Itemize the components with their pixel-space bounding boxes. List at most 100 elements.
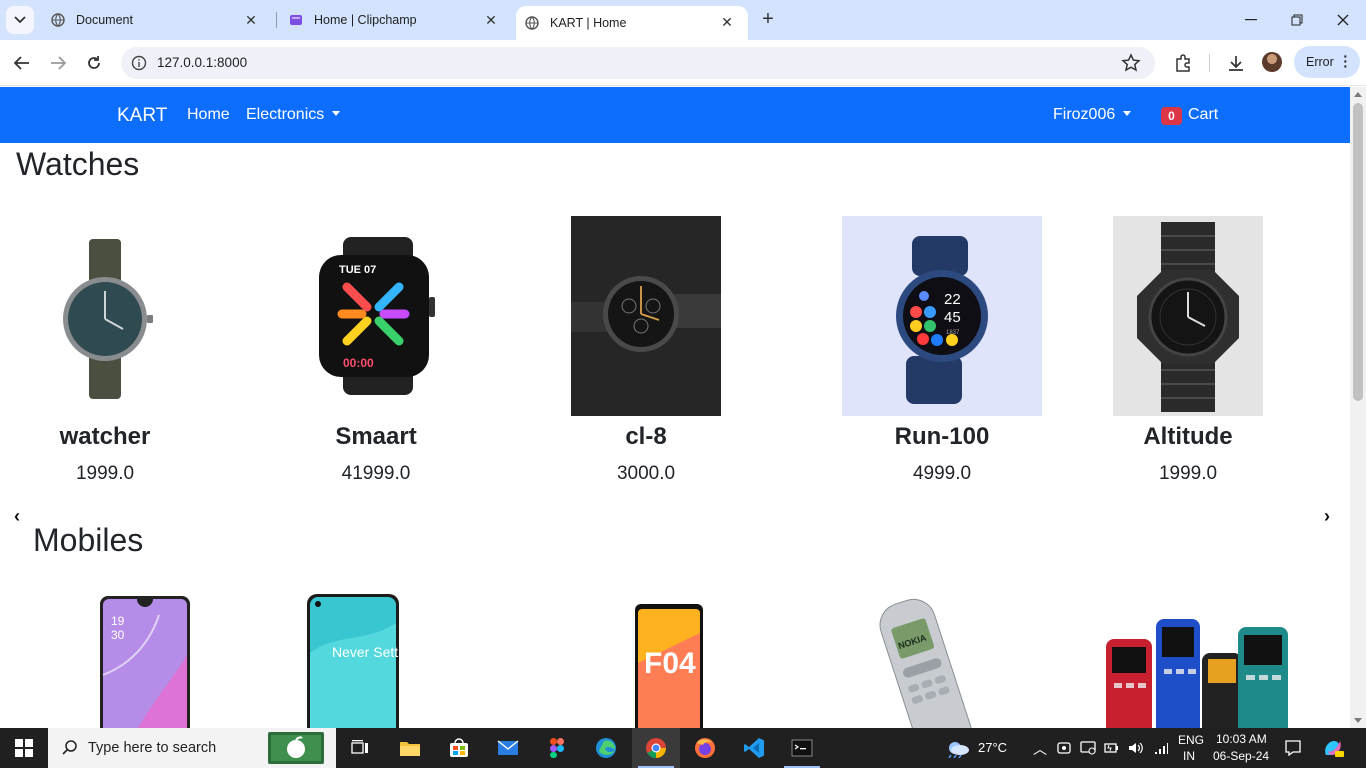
toolbar-separator (1209, 54, 1210, 72)
nav-electronics-label: Electronics (246, 106, 325, 123)
profile-error-button[interactable]: Error · · · (1294, 46, 1360, 78)
product-image-mobile-2[interactable]: Never Settle (306, 593, 400, 728)
chrome-app[interactable] (632, 728, 680, 768)
kebab-menu-icon[interactable]: · · · (1343, 49, 1348, 73)
product-price: 1999.0 (1158, 463, 1218, 484)
mail-icon (497, 740, 519, 755)
scroll-down-arrow-icon[interactable] (1354, 718, 1362, 723)
tab-kart-home[interactable]: KART | Home ✕ (516, 6, 748, 40)
address-bar[interactable]: 127.0.0.1:8000 (121, 47, 1155, 79)
profile-avatar[interactable] (1262, 52, 1282, 72)
product-image-cl-8[interactable] (571, 216, 721, 416)
start-button[interactable] (0, 728, 48, 768)
tab-title: Document (76, 13, 133, 27)
tab-document[interactable]: Document ✕ (40, 0, 272, 40)
product-image-altitude[interactable] (1113, 216, 1263, 416)
product-image-smaart[interactable]: TUE 07 00:00 (317, 237, 437, 395)
product-image-mobile-4[interactable]: NOKIA (872, 597, 972, 728)
scrollbar-thumb[interactable] (1353, 103, 1363, 401)
product-image-mobile-1[interactable]: 19 30 (99, 595, 191, 728)
forward-button[interactable] (44, 49, 72, 77)
notifications-icon[interactable] (1284, 739, 1302, 757)
product-price: 3000.0 (616, 463, 676, 484)
copilot-icon[interactable] (1322, 737, 1344, 759)
tab-strip: Document ✕ Home | Clipchamp ✕ KART | Hom… (0, 0, 1366, 40)
network-icon[interactable] (1153, 740, 1169, 756)
battery-icon[interactable] (1104, 740, 1120, 756)
product-image-run-100[interactable]: 22 45 1837 (842, 216, 1042, 416)
extensions-button[interactable] (1171, 51, 1195, 75)
back-button[interactable] (8, 49, 36, 77)
tab-search-button[interactable] (6, 6, 34, 34)
watch-minute-text: 45 (944, 309, 961, 326)
figma-icon (550, 738, 564, 758)
volume-icon[interactable] (1127, 740, 1145, 756)
region-code[interactable]: IN (1183, 749, 1195, 763)
site-info-icon[interactable] (131, 55, 147, 71)
product-image-mobile-3[interactable]: F04 (634, 603, 704, 728)
new-tab-button[interactable]: + (758, 9, 778, 30)
tab-title: KART | Home (550, 16, 627, 30)
minimize-button[interactable] (1228, 0, 1274, 40)
product-name[interactable]: watcher (0, 423, 225, 451)
cart-link[interactable]: Cart (1188, 106, 1218, 124)
section-title-watches: Watches (16, 146, 140, 182)
webcam-icon[interactable] (1056, 740, 1072, 756)
product-name[interactable]: Run-100 (822, 423, 1062, 451)
user-dropdown[interactable]: Firoz006 (1053, 106, 1132, 124)
figma-app[interactable] (533, 728, 581, 768)
chevron-down-icon (14, 16, 26, 24)
page-scrollbar[interactable] (1350, 87, 1366, 728)
scroll-up-arrow-icon[interactable] (1354, 92, 1362, 97)
product-image-mobile-5[interactable] (1104, 617, 1292, 728)
microsoft-store-app[interactable] (435, 728, 483, 768)
watch-time-text: 00:00 (343, 356, 374, 370)
weather-temp[interactable]: 27°C (978, 740, 1007, 755)
product-name[interactable]: Smaart (256, 423, 496, 451)
close-window-button[interactable] (1320, 0, 1366, 40)
clock-time[interactable]: 10:03 AM (1216, 732, 1267, 746)
vscode-app[interactable] (730, 728, 778, 768)
taskbar-search-box[interactable]: Type here to search (48, 728, 336, 768)
phone-brand-text: Never Settle (332, 644, 400, 660)
bookmark-star-icon[interactable] (1121, 53, 1141, 78)
reload-button[interactable] (80, 49, 108, 77)
file-explorer-app[interactable] (386, 728, 434, 768)
carousel-prev-arrow[interactable]: ‹ (14, 506, 20, 527)
folder-icon (400, 742, 420, 756)
carousel-next-arrow[interactable]: › (1324, 506, 1330, 527)
close-tab-icon[interactable]: ✕ (242, 11, 260, 29)
puzzle-icon (1176, 54, 1190, 72)
product-image-watcher[interactable] (55, 239, 155, 399)
product-name[interactable]: cl-8 (526, 423, 766, 451)
brand-logo[interactable]: KART (117, 105, 167, 127)
user-name: Firoz006 (1053, 106, 1116, 123)
chrome-icon (646, 738, 666, 759)
vscode-icon (744, 738, 764, 758)
phone-time-minute: 30 (111, 628, 125, 642)
firefox-app[interactable] (681, 728, 729, 768)
display-icon[interactable] (1080, 740, 1096, 756)
nav-home[interactable]: Home (187, 106, 230, 124)
restore-button[interactable] (1274, 0, 1320, 40)
weather-icon[interactable] (945, 738, 971, 758)
tab-separator (276, 12, 277, 28)
mail-app[interactable] (484, 728, 532, 768)
cart-count-badge: 0 (1161, 107, 1182, 125)
language-code[interactable]: ENG (1178, 733, 1204, 747)
windows-taskbar: Type here to search 27°C ︿ ENG IN 10:03 … (0, 728, 1366, 768)
task-view-button[interactable] (336, 728, 384, 768)
nav-electronics-dropdown[interactable]: Electronics (246, 106, 341, 124)
clock-date[interactable]: 06-Sep-24 (1213, 749, 1269, 763)
terminal-app[interactable] (778, 728, 826, 768)
edge-app[interactable] (582, 728, 630, 768)
product-name[interactable]: Altitude (1068, 423, 1308, 451)
show-hidden-icons[interactable]: ︿ (1033, 739, 1047, 759)
close-tab-icon[interactable]: ✕ (482, 11, 500, 29)
close-tab-icon[interactable]: ✕ (718, 13, 736, 31)
downloads-button[interactable] (1224, 51, 1248, 75)
forward-arrow-icon (51, 56, 66, 70)
download-icon (1229, 56, 1243, 71)
tab-clipchamp[interactable]: Home | Clipchamp ✕ (278, 0, 512, 40)
caret-down-icon (1123, 111, 1132, 116)
